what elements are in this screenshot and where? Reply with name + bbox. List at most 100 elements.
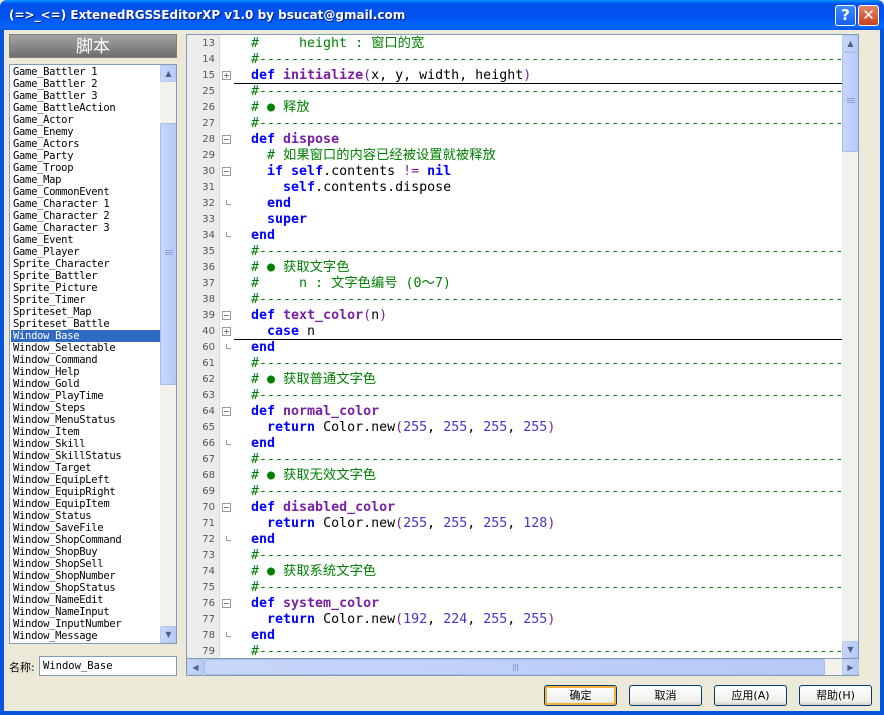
code-line-text[interactable]: def text_color(n) <box>251 308 387 324</box>
ok-button[interactable]: 确定 <box>544 685 617 706</box>
script-list-item[interactable]: Window_PlayTime <box>11 390 160 402</box>
code-line-text[interactable]: #---------------------------------------… <box>251 484 851 500</box>
script-list-item[interactable]: Window_MenuStatus <box>11 414 160 426</box>
script-list-item[interactable]: Window_NameInput <box>11 606 160 618</box>
script-list-item[interactable]: Sprite_Character <box>11 258 160 270</box>
script-list-item[interactable]: Window_EquipLeft <box>11 474 160 486</box>
scroll-down-arrow[interactable]: ▼ <box>160 626 176 643</box>
script-list-item[interactable]: Window_Target <box>11 462 160 474</box>
code-line-text[interactable]: #---------------------------------------… <box>251 52 851 68</box>
code-line-text[interactable]: #---------------------------------------… <box>251 452 851 468</box>
code-line-text[interactable]: # ● 释放 <box>251 100 310 116</box>
code-line-text[interactable]: # ● 获取无效文字色 <box>251 468 376 484</box>
script-list-item[interactable]: Window_ShopStatus <box>11 582 160 594</box>
script-list-item[interactable]: Window_Command <box>11 354 160 366</box>
script-list-item[interactable]: Window_Selectable <box>11 342 160 354</box>
collapse-fold-icon[interactable]: − <box>222 311 231 320</box>
script-list-item[interactable]: Window_ShopBuy <box>11 546 160 558</box>
code-line-text[interactable]: # height : 窗口的宽 <box>251 36 424 52</box>
code-line-text[interactable]: # ● 获取系统文字色 <box>251 564 376 580</box>
scroll-up-arrow[interactable]: ▲ <box>160 65 176 82</box>
code-line-text[interactable]: # ● 获取文字色 <box>251 260 350 276</box>
script-list-item[interactable]: Game_Enemy <box>11 126 160 138</box>
script-list-item[interactable]: Game_Actors <box>11 138 160 150</box>
code-line-text[interactable]: #---------------------------------------… <box>251 244 851 260</box>
script-list-item[interactable]: Game_CommonEvent <box>11 186 160 198</box>
code-line-text[interactable]: return Color.new(255, 255, 255, 128) <box>251 516 555 532</box>
script-list-item[interactable]: Game_Battler 2 <box>11 78 160 90</box>
expand-fold-icon[interactable]: + <box>222 71 231 80</box>
script-list-item[interactable]: Game_BattleAction <box>11 102 160 114</box>
script-list-item[interactable]: Sprite_Timer <box>11 294 160 306</box>
script-list-item[interactable]: Game_Troop <box>11 162 160 174</box>
code-line-text[interactable]: # ● 获取普通文字色 <box>251 372 376 388</box>
script-list-item[interactable]: Sprite_Picture <box>11 282 160 294</box>
script-list-item[interactable]: Game_Character 1 <box>11 198 160 210</box>
script-list-item[interactable]: Spriteset_Battle <box>11 318 160 330</box>
script-list-item[interactable]: Window_Message <box>11 630 160 642</box>
collapse-fold-icon[interactable]: − <box>222 167 231 176</box>
script-list-item[interactable]: Game_Character 3 <box>11 222 160 234</box>
code-editor[interactable]: 13 # height : 窗口的宽 14 #--------------------… <box>186 34 859 659</box>
script-list-item[interactable]: Window_Help <box>11 366 160 378</box>
apply-button[interactable]: 应用(A) <box>714 685 787 706</box>
help-title-button[interactable]: ? <box>835 5 856 26</box>
code-line-text[interactable]: #---------------------------------------… <box>251 292 851 308</box>
editor-hscrollbar[interactable]: ◀ ▶ <box>186 659 859 676</box>
script-list-item[interactable]: Game_Actor <box>11 114 160 126</box>
script-list-scrollbar[interactable]: ▲ ▼ <box>160 65 176 643</box>
script-list-item[interactable]: Game_Event <box>11 234 160 246</box>
expand-fold-icon[interactable]: + <box>222 327 231 336</box>
script-list-item[interactable]: Spriteset_Map <box>11 306 160 318</box>
code-line-text[interactable]: def dispose <box>251 132 339 148</box>
code-line-text[interactable]: #---------------------------------------… <box>251 116 851 132</box>
script-list-item[interactable]: Window_Skill <box>11 438 160 450</box>
code-line-text[interactable]: #---------------------------------------… <box>251 580 851 596</box>
cancel-button[interactable]: 取消 <box>629 685 702 706</box>
code-line-text[interactable]: #---------------------------------------… <box>251 84 851 100</box>
script-list-item[interactable]: Game_Player <box>11 246 160 258</box>
script-list-item[interactable]: Game_Map <box>11 174 160 186</box>
scroll-down-arrow[interactable]: ▼ <box>842 641 858 658</box>
code-line-text[interactable]: def normal_color <box>251 404 379 420</box>
code-line-text[interactable]: if self.contents != nil <box>251 164 451 180</box>
collapse-fold-icon[interactable]: − <box>222 407 231 416</box>
script-list-item[interactable]: Window_SaveFile <box>11 522 160 534</box>
script-list-item[interactable]: Game_Character 2 <box>11 210 160 222</box>
close-button[interactable]: ✕ <box>858 5 879 26</box>
code-line-text[interactable]: def disabled_color <box>251 500 395 516</box>
script-list-item[interactable]: Window_EquipRight <box>11 486 160 498</box>
script-list-item[interactable]: Window_ShopSell <box>11 558 160 570</box>
scroll-up-arrow[interactable]: ▲ <box>842 35 858 52</box>
code-line-text[interactable]: #---------------------------------------… <box>251 644 851 658</box>
code-line-text[interactable]: def system_color <box>251 596 379 612</box>
code-line-text[interactable]: return Color.new(255, 255, 255, 255) <box>251 420 555 436</box>
scroll-left-arrow[interactable]: ◀ <box>187 659 204 675</box>
script-list-item[interactable]: Window_ShopNumber <box>11 570 160 582</box>
code-line-text[interactable]: end <box>251 196 291 212</box>
code-line-text[interactable]: #---------------------------------------… <box>251 356 851 372</box>
code-line-text[interactable]: return Color.new(192, 224, 255, 255) <box>251 612 555 628</box>
scroll-thumb[interactable] <box>160 123 176 385</box>
script-list-item[interactable]: Window_NameEdit <box>11 594 160 606</box>
code-line-text[interactable]: # n : 文字色编号 (0～7) <box>251 276 451 292</box>
code-line-text[interactable]: #---------------------------------------… <box>251 548 851 564</box>
code-line-text[interactable]: case n <box>251 324 315 340</box>
script-list-item[interactable]: Window_Base <box>11 330 160 342</box>
collapse-fold-icon[interactable]: − <box>222 503 231 512</box>
code-line-text[interactable]: end <box>251 532 275 548</box>
script-list-item[interactable]: Window_EquipItem <box>11 498 160 510</box>
collapse-fold-icon[interactable]: − <box>222 599 231 608</box>
script-list-item[interactable]: Window_ShopCommand <box>11 534 160 546</box>
script-list-item[interactable]: Sprite_Battler <box>11 270 160 282</box>
collapse-fold-icon[interactable]: − <box>222 135 231 144</box>
code-line-text[interactable]: end <box>251 436 275 452</box>
code-line-text[interactable]: # 如果窗口的内容已经被设置就被释放 <box>251 148 496 164</box>
scroll-thumb[interactable] <box>842 52 858 152</box>
code-line-text[interactable]: end <box>251 228 275 244</box>
code-line-text[interactable]: super <box>251 212 307 228</box>
scroll-right-arrow[interactable]: ▶ <box>842 659 859 675</box>
code-line-text[interactable]: #---------------------------------------… <box>251 388 851 404</box>
hscroll-thumb[interactable] <box>204 659 825 675</box>
script-list-item[interactable]: Window_InputNumber <box>11 618 160 630</box>
